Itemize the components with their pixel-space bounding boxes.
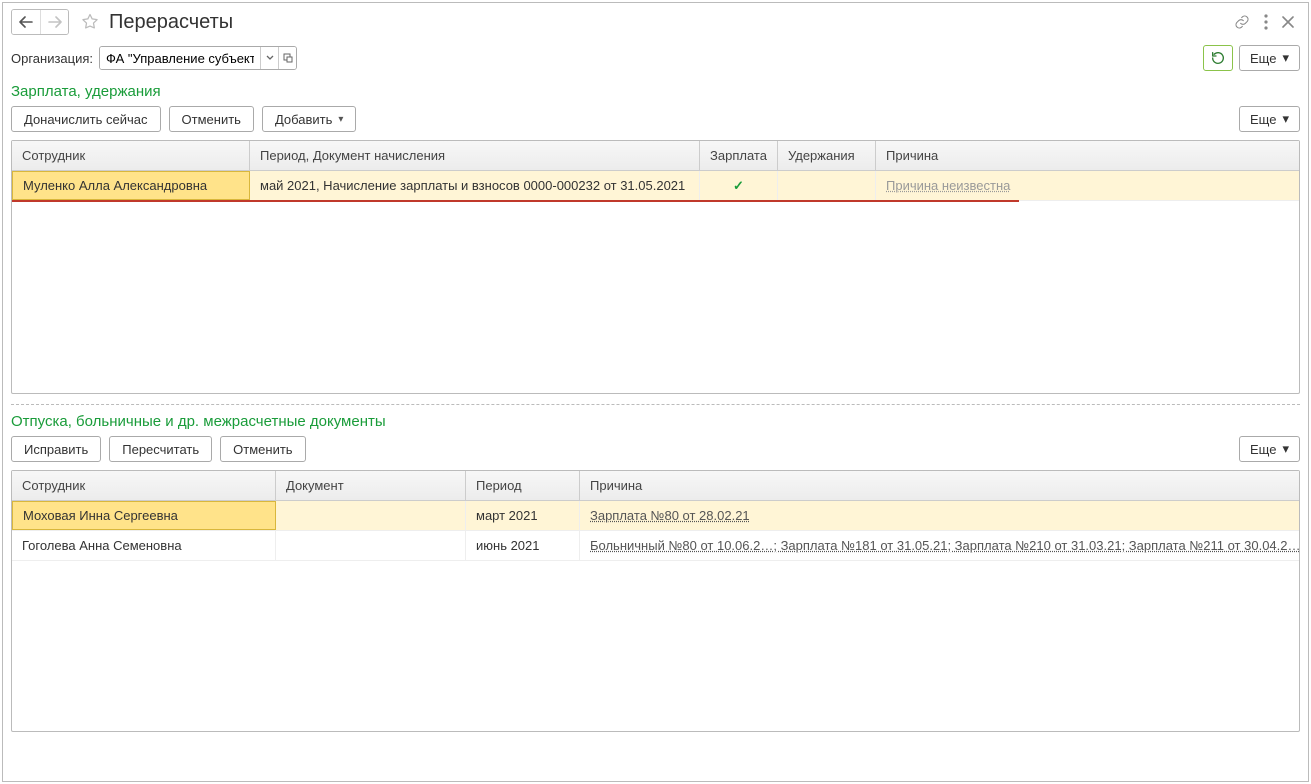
cell-employee: Муленко Алла Александровна xyxy=(12,171,250,200)
titlebar: Перерасчеты xyxy=(3,3,1308,41)
chevron-down-icon: ▾ xyxy=(1282,441,1289,457)
recalc-button[interactable]: Пересчитать xyxy=(109,436,212,462)
chevron-down-icon: ▾ xyxy=(1282,111,1289,127)
close-icon[interactable] xyxy=(1282,16,1294,28)
cell-salary-check: ✓ xyxy=(700,171,778,200)
reason-link[interactable]: Причина неизвестна xyxy=(886,178,1010,193)
window: Перерасчеты Организация: xyxy=(2,2,1309,782)
grid1-body: Муленко Алла Александровна май 2021, Нач… xyxy=(12,171,1299,393)
cancel-button-1[interactable]: Отменить xyxy=(169,106,254,132)
table-row[interactable]: Гоголева Анна Семеновна июнь 2021 Больни… xyxy=(12,531,1299,561)
nav-forward-button[interactable] xyxy=(40,10,68,34)
col-reason[interactable]: Причина xyxy=(876,141,1299,170)
section1-title: Зарплата, удержания xyxy=(3,81,1308,104)
section1-more-button[interactable]: Еще ▾ xyxy=(1239,106,1300,132)
table-row[interactable]: Муленко Алла Александровна май 2021, Нач… xyxy=(12,171,1299,201)
chevron-down-icon: ▾ xyxy=(338,114,343,125)
col-salary[interactable]: Зарплата xyxy=(700,141,778,170)
col-period-doc[interactable]: Период, Документ начисления xyxy=(250,141,700,170)
col-employee-2[interactable]: Сотрудник xyxy=(12,471,276,500)
org-dropdown-icon[interactable] xyxy=(260,47,278,69)
cell-period: март 2021 xyxy=(466,501,580,530)
grid1-header: Сотрудник Период, Документ начисления За… xyxy=(12,141,1299,171)
row-underline xyxy=(12,200,1019,202)
cell-employee: Моховая Инна Сергеевна xyxy=(12,501,276,530)
fix-button[interactable]: Исправить xyxy=(11,436,101,462)
cell-reason: Больничный №80 от 10.06.2…; Зарплата №18… xyxy=(580,531,1299,560)
grid2-header: Сотрудник Документ Период Причина xyxy=(12,471,1299,501)
page-title: Перерасчеты xyxy=(109,11,233,34)
col-period[interactable]: Период xyxy=(466,471,580,500)
section1-toolbar: Доначислить сейчас Отменить Добавить ▾ Е… xyxy=(3,104,1308,140)
cell-period: июнь 2021 xyxy=(466,531,580,560)
cell-document xyxy=(276,531,466,560)
reason-link[interactable]: Больничный №80 от 10.06.2…; Зарплата №18… xyxy=(590,538,1299,553)
cell-deductions xyxy=(778,171,876,200)
grid-vacations: Сотрудник Документ Период Причина Мохова… xyxy=(11,470,1300,732)
link-icon[interactable] xyxy=(1234,14,1250,30)
section2-title: Отпуска, больничные и др. межрасчетные д… xyxy=(3,411,1308,434)
grid-salary: Сотрудник Период, Документ начисления За… xyxy=(11,140,1300,394)
cell-period-doc: май 2021, Начисление зарплаты и взносов … xyxy=(250,171,700,200)
org-combo[interactable] xyxy=(99,46,297,70)
section-separator xyxy=(11,404,1300,405)
title-icons xyxy=(1234,14,1300,30)
cell-reason: Зарплата №80 от 28.02.21 xyxy=(580,501,1299,530)
accrue-now-button[interactable]: Доначислить сейчас xyxy=(11,106,161,132)
chevron-down-icon: ▾ xyxy=(1282,50,1289,66)
section2-toolbar: Исправить Пересчитать Отменить Еще ▾ xyxy=(3,434,1308,470)
org-open-icon[interactable] xyxy=(278,47,296,69)
kebab-menu-icon[interactable] xyxy=(1264,14,1268,30)
grid2-body: Моховая Инна Сергеевна март 2021 Зарплат… xyxy=(12,501,1299,731)
cell-document xyxy=(276,501,466,530)
section2-more-button[interactable]: Еще ▾ xyxy=(1239,436,1300,462)
top-more-button[interactable]: Еще ▾ xyxy=(1239,45,1300,71)
table-row[interactable]: Моховая Инна Сергеевна март 2021 Зарплат… xyxy=(12,501,1299,531)
favorite-star-icon[interactable] xyxy=(77,9,103,35)
nav-back-button[interactable] xyxy=(12,10,40,34)
col-reason-2[interactable]: Причина xyxy=(580,471,1299,500)
add-button[interactable]: Добавить ▾ xyxy=(262,106,356,132)
cell-reason: Причина неизвестна xyxy=(876,171,1299,200)
org-label: Организация: xyxy=(11,51,93,66)
refresh-button[interactable] xyxy=(1203,45,1233,71)
reason-link[interactable]: Зарплата №80 от 28.02.21 xyxy=(590,508,750,523)
nav-group xyxy=(11,9,69,35)
cancel-button-2[interactable]: Отменить xyxy=(220,436,305,462)
col-employee[interactable]: Сотрудник xyxy=(12,141,250,170)
org-input[interactable] xyxy=(100,47,260,69)
cell-employee: Гоголева Анна Семеновна xyxy=(12,531,276,560)
top-more-label: Еще xyxy=(1250,51,1276,66)
filter-row: Организация: Еще ▾ xyxy=(3,41,1308,81)
col-document[interactable]: Документ xyxy=(276,471,466,500)
col-deductions[interactable]: Удержания xyxy=(778,141,876,170)
